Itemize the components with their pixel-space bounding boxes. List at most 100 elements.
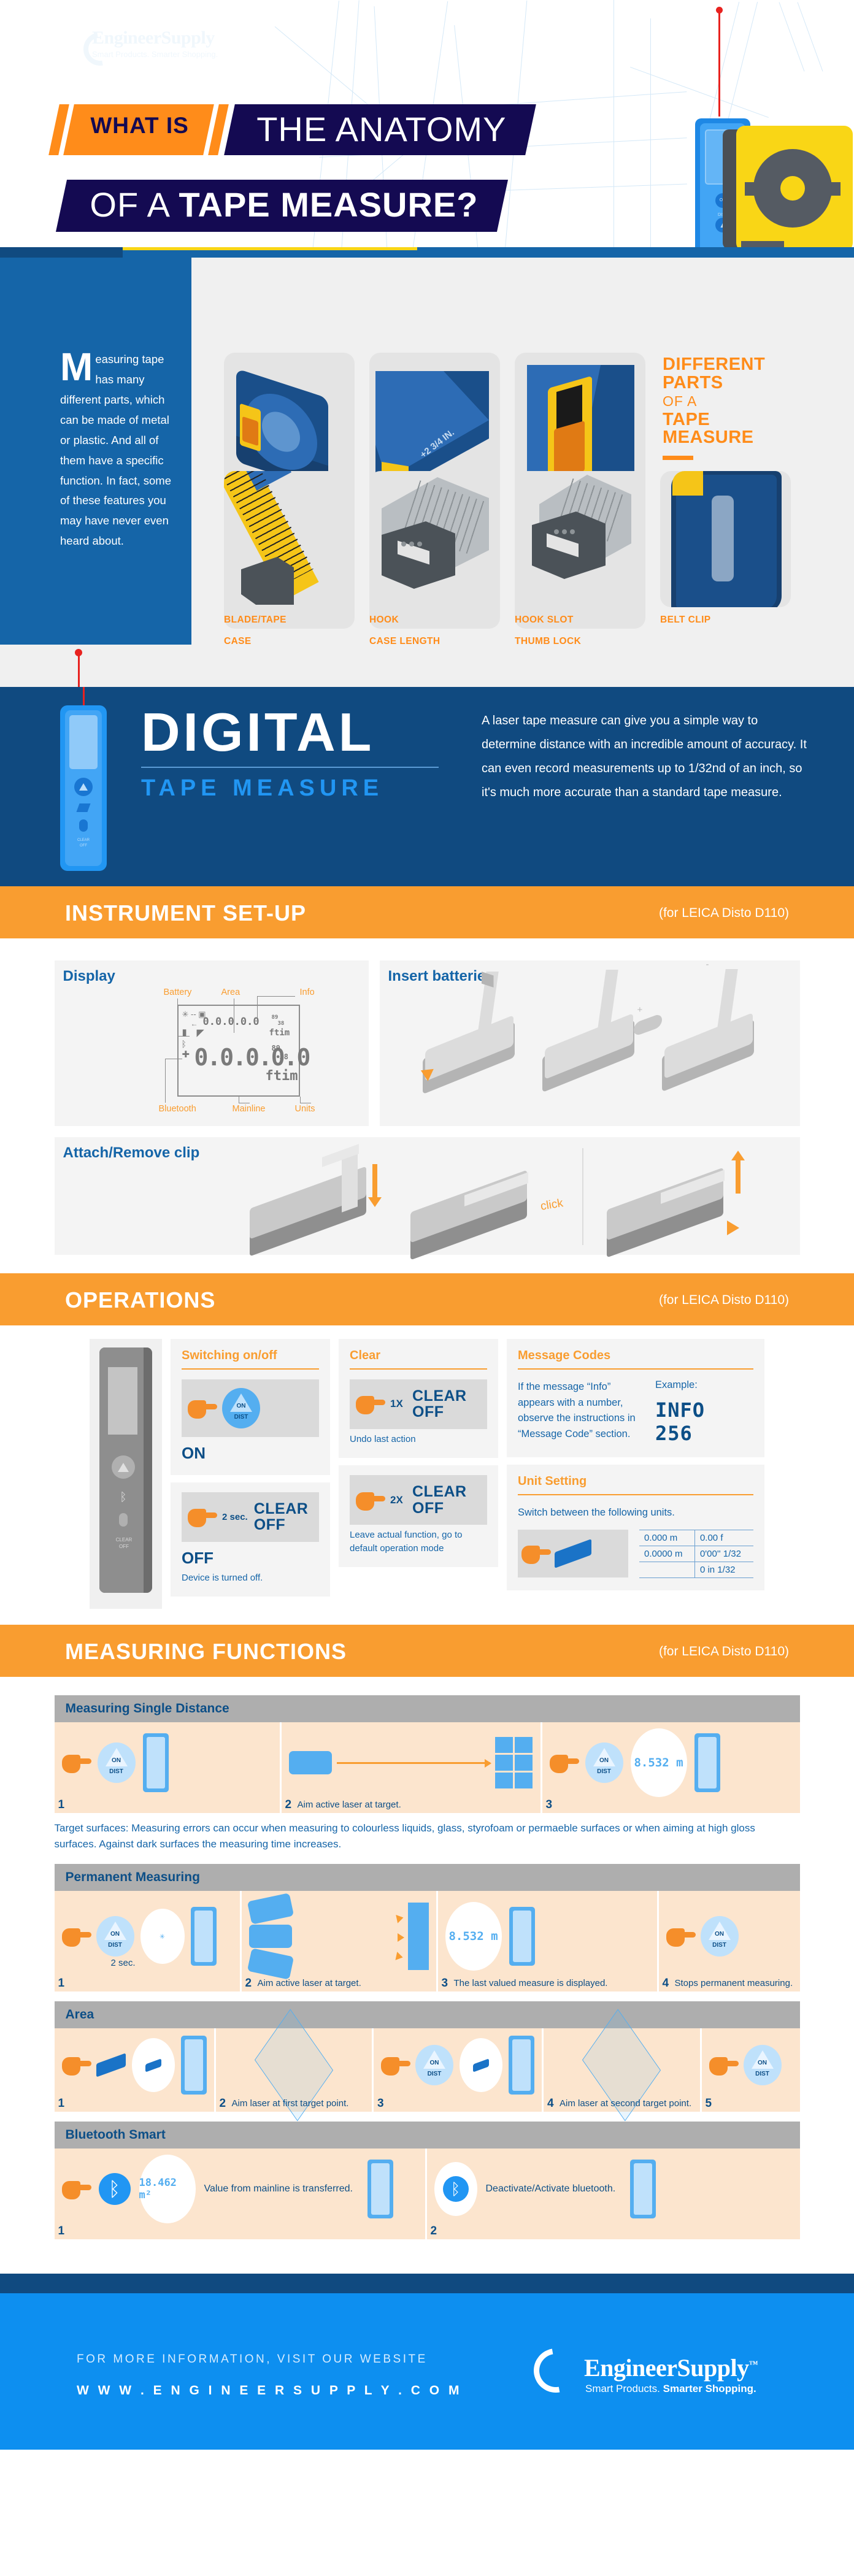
connector-laser-line	[78, 651, 80, 687]
step-number: 3	[441, 1977, 448, 1990]
table-row: 0.0000 m 0'00'' 1/32	[639, 1546, 753, 1562]
title-line-1-box: THE ANATOMY	[224, 104, 537, 155]
reading-bubble: 8.532 m	[630, 1728, 687, 1797]
part-label-blade: BLADE/TAPE	[224, 615, 287, 625]
parts-heading-line-1: DIFFERENT	[663, 355, 766, 374]
step-number: 1	[58, 1798, 65, 1811]
pointing-hand-icon	[61, 1925, 91, 1948]
block-title-single-distance: Measuring Single Distance	[54, 1695, 800, 1722]
pointing-hand-icon	[188, 1397, 217, 1420]
block-title-permanent: Permanent Measuring	[54, 1864, 800, 1891]
parts-heading: DIFFERENT PARTS OF A TAPE MEASURE	[663, 355, 816, 461]
step-single-2: 2 Aim active laser at target.	[281, 1722, 542, 1813]
step-single-1: ON DIST 1	[54, 1722, 282, 1813]
measuring-block-bluetooth: Bluetooth Smart ᛒ 18.462 m² Value from m…	[54, 2122, 800, 2239]
unit-setting-action[interactable]	[518, 1530, 628, 1578]
on-dist-button[interactable]: ON DIST	[415, 2045, 453, 2085]
device-thumb	[180, 2036, 207, 2095]
device-thumb	[694, 1733, 720, 1792]
part-label-belt-clip: BELT CLIP	[660, 615, 711, 625]
switching-off-action[interactable]: 2 sec. CLEAR OFF	[182, 1492, 319, 1542]
measured-value: 8.532 m	[448, 1930, 498, 1943]
on-dist-button[interactable]: ON DIST	[96, 1916, 134, 1957]
reading-bubble: 8.532 m	[445, 1902, 502, 1971]
on-dist-button[interactable]: ON DIST	[585, 1742, 623, 1783]
step-number: 1	[58, 2225, 65, 2237]
clear-off-button[interactable]: CLEAR OFF	[412, 1484, 467, 1516]
display-label-bluetooth: Bluetooth	[158, 1104, 196, 1114]
step-area-2: 2 Aim laser at first target point.	[215, 2009, 374, 2122]
lcd-top-units: ftim	[269, 1028, 290, 1038]
step-single-3: ON DIST 8.532 m 3	[542, 1722, 800, 1813]
step-number: 2	[245, 1977, 252, 1990]
clear-off-button[interactable]: CLEAR OFF	[254, 1501, 309, 1533]
bluetooth-icon[interactable]: ᛒ	[98, 2173, 131, 2205]
message-codes-example-value: INFO 256	[655, 1398, 706, 1445]
step-caption: Aim laser at first target point.	[231, 2098, 349, 2109]
part-image-belt-clip	[660, 471, 791, 607]
device-thumb	[190, 1907, 217, 1966]
operations-device-art: ᛒ CLEAR OFF	[90, 1339, 162, 1609]
step-permanent-3: 8.532 m 3 The last valued measure is dis…	[437, 1891, 659, 1991]
parts-intro-text: Measuring tape has many different parts,…	[60, 347, 177, 551]
measuring-functions-title: MEASURING FUNCTIONS	[65, 1639, 347, 1664]
unit-cell-metric-2: 0.0000 m	[639, 1546, 695, 1562]
card-title-switching: Switching on/off	[182, 1349, 277, 1362]
operations-note: (for LEICA Disto D110)	[658, 1293, 789, 1307]
step-number: 2	[285, 1798, 292, 1811]
switching-on-action[interactable]: ON DIST	[182, 1379, 319, 1437]
footer-cta-text: FOR MORE INFORMATION, VISIT OUR WEBSITE	[77, 2353, 428, 2366]
clear-2x-action[interactable]: 2X CLEAR OFF	[350, 1475, 487, 1525]
measuring-functions-note: (for LEICA Disto D110)	[658, 1644, 789, 1658]
instrument-setup-band: INSTRUMENT SET-UP (for LEICA Disto D110)	[0, 886, 854, 938]
clear-off-button[interactable]: CLEAR OFF	[412, 1388, 467, 1420]
step-number: 4	[547, 2097, 554, 2110]
footer-section: FOR MORE INFORMATION, VISIT OUR WEBSITE …	[0, 2293, 854, 2450]
on-dist-button[interactable]: ON DIST	[222, 1388, 260, 1428]
step-bluetooth-1: ᛒ 18.462 m² Value from mainline is trans…	[54, 2149, 427, 2239]
device-clear-off-label: CLEAR OFF	[115, 1537, 133, 1550]
measuring-block-permanent: Permanent Measuring ON DIST ✳ 1 2 sec. 2…	[54, 1864, 800, 1991]
on-dist-button[interactable]: ON DIST	[743, 2045, 782, 2085]
operations-card-clear: Clear 1X CLEAR OFF Undo last action 2X C…	[339, 1339, 498, 1574]
step-caption: The last valued measure is displayed.	[453, 1977, 608, 1988]
area-button[interactable]	[96, 2053, 126, 2077]
attach-remove-clip-title: Attach/Remove clip	[63, 1144, 200, 1161]
measured-value: 8.532 m	[634, 1756, 683, 1769]
table-row: 0 in 1/32	[639, 1562, 753, 1578]
unit-setting-text: Switch between the following units.	[518, 1507, 675, 1518]
step-number: 2	[430, 2225, 437, 2237]
clear-1x-action[interactable]: 1X CLEAR OFF	[350, 1379, 487, 1429]
step-number: 1	[58, 2097, 65, 2110]
instrument-setup-section: Display Battery Area Info Bluetooth Main…	[0, 938, 854, 1273]
on-dist-button[interactable]: ON DIST	[97, 1742, 136, 1783]
instrument-setup-note: (for LEICA Disto D110)	[658, 906, 789, 920]
watermark-brand: EngineerSupply	[92, 28, 215, 48]
digital-title-group: DIGITAL TAPE MEASURE	[141, 705, 448, 802]
device-thumb	[509, 2036, 534, 2095]
setup-top-row: Display Battery Area Info Bluetooth Main…	[0, 959, 854, 1126]
step-number: 1	[58, 1977, 65, 1990]
digital-section: CLEAR OFF DIGITAL TAPE MEASURE A laser ta…	[0, 687, 854, 886]
display-panel: Display Battery Area Info Bluetooth Main…	[54, 960, 369, 1126]
header-title-row-2: OF A TAPE MEASURE?	[55, 180, 509, 232]
pointing-hand-icon	[61, 1751, 91, 1774]
measuring-block-single-distance: Measuring Single Distance ON DIST 1 2 Aim…	[54, 1695, 800, 1852]
footer-website-url[interactable]: W W W . E N G I N E E R S U P P L Y . C …	[77, 2383, 462, 2398]
step-caption: Deactivate/Activate bluetooth.	[485, 2183, 616, 2194]
digital-body-text: A laser tape measure can give you a simp…	[482, 714, 807, 799]
parts-heading-line-5: MEASURE	[663, 427, 754, 448]
display-label-units: Units	[294, 1104, 315, 1114]
measuring-functions-band: MEASURING FUNCTIONS (for LEICA Disto D11…	[0, 1625, 854, 1677]
instrument-setup-title: INSTRUMENT SET-UP	[65, 900, 307, 926]
unit-area-button[interactable]	[555, 1539, 591, 1568]
laser-arrow-icon	[336, 1758, 491, 1768]
bluetooth-icon[interactable]: ᛒ	[442, 2176, 469, 2202]
pointing-hand-icon	[549, 1751, 579, 1774]
step-number: 3	[545, 1798, 553, 1811]
step-caption: Aim active laser at target.	[257, 1977, 361, 1988]
parts-heading-line-2: PARTS	[663, 372, 723, 393]
device-thumb	[509, 1907, 535, 1966]
pointing-hand-icon	[356, 1489, 385, 1512]
on-dist-button[interactable]: ON DIST	[700, 1916, 739, 1957]
